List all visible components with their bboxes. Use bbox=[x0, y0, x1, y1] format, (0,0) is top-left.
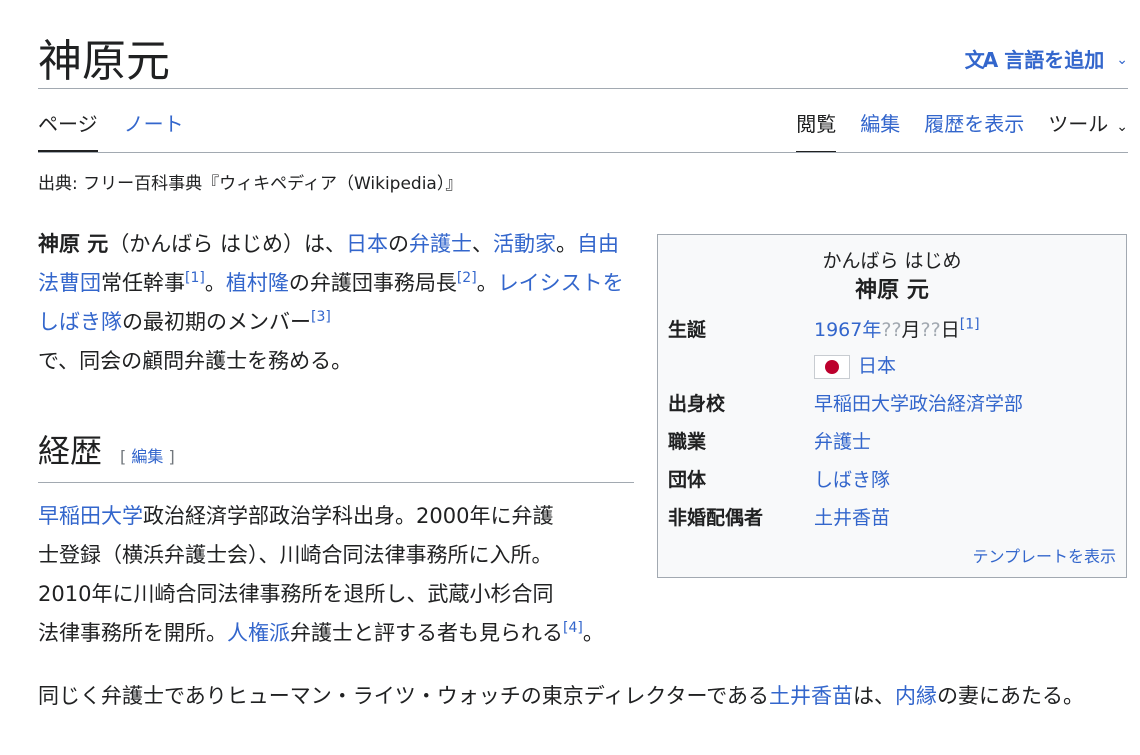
edit-bracket-close: ] bbox=[163, 447, 175, 466]
tab-tools[interactable]: ツール ⌄ bbox=[1048, 108, 1128, 153]
infobox-value: 弁護士 bbox=[814, 427, 1116, 457]
link-occupation[interactable]: 弁護士 bbox=[814, 431, 871, 453]
link-naien[interactable]: 内縁 bbox=[895, 684, 937, 708]
infobox-row-school: 出身校 早稲田大学政治経済学部 bbox=[668, 389, 1116, 419]
view-tabs: 閲覧 編集 履歴を表示 ツール ⌄ bbox=[796, 108, 1128, 153]
link-doi[interactable]: 土井香苗 bbox=[769, 684, 853, 708]
tab-talk[interactable]: ノート bbox=[124, 108, 184, 152]
show-template-link[interactable]: テンプレートを表示 bbox=[972, 543, 1116, 567]
section-edit-link[interactable]: 編集 bbox=[131, 447, 163, 466]
birth-month-unknown: ?? bbox=[881, 319, 902, 341]
infobox-value: 土井香苗 bbox=[814, 503, 1116, 533]
tools-label: ツール bbox=[1048, 112, 1109, 136]
career-line: 早稲田大学政治経済学部政治学科出身。2000年に弁護 bbox=[38, 497, 708, 536]
infobox-value: 1967年??月??日[1] 日本 bbox=[814, 315, 1116, 381]
intro-paragraph: 神原 元（かんばら はじめ）は、日本の弁護士、活動家。自由法曹団常任幹事[1]。… bbox=[38, 225, 638, 381]
para-text: は、 bbox=[853, 684, 896, 708]
infobox-row-occupation: 職業 弁護士 bbox=[668, 427, 1116, 457]
para-text: の妻にあたる。 bbox=[937, 684, 1085, 708]
japan-flag-icon bbox=[814, 354, 850, 379]
birth-day-unknown: ?? bbox=[920, 319, 941, 341]
link-partner[interactable]: 土井香苗 bbox=[814, 507, 890, 529]
tab-page[interactable]: ページ bbox=[38, 108, 98, 152]
namespace-tabs: ページ ノート bbox=[38, 108, 184, 152]
infobox-value: しばき隊 bbox=[814, 465, 1116, 495]
link-school[interactable]: 早稲田大学政治経済学部 bbox=[814, 393, 1023, 415]
reference-1[interactable]: [1] bbox=[960, 317, 980, 333]
intro-text: の弁護団事務局長 bbox=[288, 271, 457, 295]
section-title: 経歴 bbox=[38, 432, 103, 470]
infobox-label: 団体 bbox=[668, 469, 707, 491]
infobox-row-partner: 非婚配偶者 土井香苗 bbox=[668, 503, 1116, 533]
link-birth-year[interactable]: 1967年 bbox=[814, 319, 881, 341]
add-language-label: 言語を追加 bbox=[1004, 48, 1105, 72]
tab-edit[interactable]: 編集 bbox=[860, 108, 900, 153]
infobox-label: 職業 bbox=[668, 431, 707, 453]
link-waseda[interactable]: 早稲田大学 bbox=[38, 504, 143, 528]
link-lawyer[interactable]: 弁護士 bbox=[409, 232, 472, 256]
tab-read[interactable]: 閲覧 bbox=[796, 108, 837, 153]
reference-3[interactable]: [3] bbox=[311, 309, 331, 325]
reference-4[interactable]: [4] bbox=[563, 620, 583, 636]
section-edit: [ 編集 ] bbox=[120, 447, 175, 466]
para-text: 同じく弁護士でありヒューマン・ライツ・ウォッチの東京ディレクターである bbox=[38, 684, 770, 708]
birth-month-suffix: 月 bbox=[901, 319, 921, 341]
intro-text: で、同会の顧問弁護士を務める。 bbox=[38, 349, 353, 373]
infobox-label: 出身校 bbox=[668, 393, 726, 415]
intro-text: （かんばら はじめ）は、 bbox=[108, 232, 346, 256]
spouse-paragraph: 同じく弁護士でありヒューマン・ライツ・ウォッチの東京ディレクターである土井香苗は… bbox=[38, 677, 1128, 716]
career-line: 法律事務所を開所。人権派弁護士と評する者も見られる[4]。 bbox=[38, 614, 708, 653]
infobox-row-birth: 生誕 1967年??月??日[1] 日本 bbox=[668, 315, 1116, 381]
infobox-row-organization: 団体 しばき隊 bbox=[668, 465, 1116, 495]
chevron-down-icon: ⌄ bbox=[1116, 119, 1128, 135]
intro-text: 常任幹事 bbox=[101, 271, 185, 295]
intro-text: の最初期のメンバー bbox=[122, 310, 311, 334]
edit-bracket-open: [ bbox=[120, 447, 132, 466]
intro-text: 、 bbox=[472, 232, 493, 256]
infobox-value: 早稲田大学政治経済学部 bbox=[814, 389, 1116, 419]
career-paragraph: 早稲田大学政治経済学部政治学科出身。2000年に弁護 士登録（横浜弁護士会）、川… bbox=[38, 497, 708, 653]
reference-1[interactable]: [1] bbox=[185, 270, 205, 286]
career-text: 。 bbox=[582, 621, 604, 645]
birth-date: 1967年??月??日[1] bbox=[814, 315, 1116, 345]
chevron-down-icon: ⌄ bbox=[1116, 52, 1128, 68]
site-subtitle: 出典: フリー百科事典『ウィキペディア（Wikipedia）』 bbox=[38, 174, 463, 194]
career-line: 2010年に川崎合同法律事務所を退所し、武蔵小杉合同 bbox=[38, 582, 554, 606]
intro-text: 。 bbox=[556, 232, 577, 256]
infobox-label: 非婚配偶者 bbox=[668, 507, 764, 529]
infobox-kana: かんばら はじめ bbox=[822, 250, 962, 272]
intro-text: 。 bbox=[204, 271, 226, 295]
infobox-label: 生誕 bbox=[668, 319, 707, 341]
intro-text: の bbox=[388, 232, 409, 256]
subject-name: 神原 元 bbox=[38, 232, 109, 256]
link-organization[interactable]: しばき隊 bbox=[814, 469, 890, 491]
link-japan[interactable]: 日本 bbox=[346, 232, 388, 256]
tabs-divider bbox=[38, 152, 1128, 153]
add-language-button[interactable]: 文A 言語を追加 ⌄ bbox=[965, 44, 1128, 76]
infobox-name: 神原 元 bbox=[855, 278, 929, 303]
link-uemura[interactable]: 植村隆 bbox=[226, 271, 289, 295]
birth-country: 日本 bbox=[814, 351, 1116, 381]
page-title: 神原元 bbox=[38, 36, 170, 87]
career-text: 法律事務所を開所。 bbox=[38, 621, 227, 645]
infobox: かんばら はじめ 神原 元 生誕 1967年??月??日[1] 日本 出身校 早… bbox=[657, 234, 1127, 578]
section-heading-career: 経歴 [ 編集 ] bbox=[38, 428, 634, 483]
title-divider bbox=[38, 88, 1128, 89]
career-text: 弁護士と評する者も見られる bbox=[290, 621, 563, 645]
link-activist[interactable]: 活動家 bbox=[493, 232, 556, 256]
tab-history[interactable]: 履歴を表示 bbox=[924, 108, 1024, 153]
link-jinken[interactable]: 人権派 bbox=[227, 621, 290, 645]
reference-2[interactable]: [2] bbox=[457, 270, 477, 286]
birth-day-suffix: 日 bbox=[940, 319, 960, 341]
career-line: 士登録（横浜弁護士会）、川崎合同法律事務所に入所。 bbox=[38, 543, 553, 567]
translate-icon: 文A bbox=[964, 48, 999, 72]
intro-text: 。 bbox=[476, 271, 498, 295]
link-country-japan[interactable]: 日本 bbox=[858, 355, 896, 377]
career-text: 政治経済学部政治学科出身。2000年に弁護 bbox=[143, 504, 554, 528]
